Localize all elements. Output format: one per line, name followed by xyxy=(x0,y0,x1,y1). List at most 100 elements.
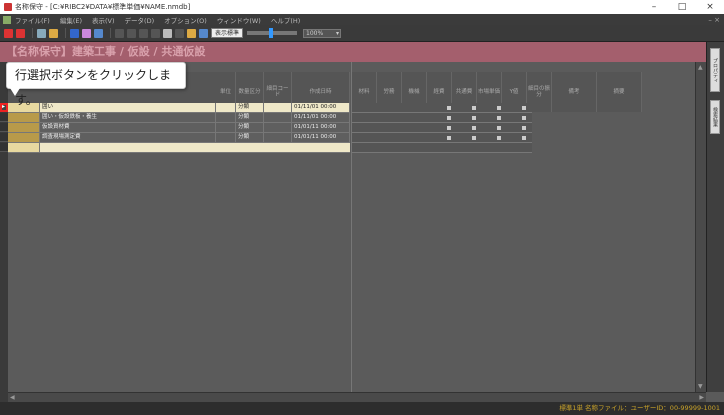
row-code[interactable] xyxy=(264,133,292,142)
row-selector-strip xyxy=(0,62,8,402)
row-code[interactable] xyxy=(264,103,292,112)
menu-view[interactable]: 表示(V) xyxy=(92,15,115,25)
row-select-button-1[interactable] xyxy=(0,103,8,112)
checkbox[interactable] xyxy=(522,136,526,140)
scroll-down-icon[interactable]: ▼ xyxy=(698,383,703,390)
row-kubun[interactable]: 分類 xyxy=(236,123,264,132)
checkbox[interactable] xyxy=(447,106,451,110)
filter-icon[interactable] xyxy=(187,28,196,38)
row-name[interactable]: 調査現場測定費 xyxy=(40,133,216,142)
table-row-right[interactable] xyxy=(352,103,532,113)
display-standard-button[interactable]: 表示標準 xyxy=(211,28,244,38)
checkbox[interactable] xyxy=(447,116,451,120)
scroll-left-icon[interactable]: ◀ xyxy=(10,394,15,401)
up-arrow-icon[interactable] xyxy=(4,28,13,38)
table-row-right[interactable] xyxy=(352,133,532,143)
table-row-new[interactable] xyxy=(8,143,350,153)
checkbox[interactable] xyxy=(447,126,451,130)
toolbar: 表示標準 100% xyxy=(0,25,724,42)
header-summary[interactable]: 摘要 xyxy=(597,72,642,112)
row-name[interactable]: 仮設資材費 xyxy=(40,123,216,132)
vertical-scrollbar[interactable]: ▲ ▼ xyxy=(695,62,706,392)
checkbox[interactable] xyxy=(522,126,526,130)
menu-bar: ファイル(F) 編集(E) 表示(V) データ(D) オプション(O) ウィンド… xyxy=(0,14,724,25)
grid-icon[interactable] xyxy=(163,28,172,38)
table-row-right[interactable] xyxy=(352,123,532,133)
menu-edit[interactable]: 編集(E) xyxy=(60,15,82,25)
minimize-button[interactable]: – xyxy=(640,0,668,14)
tools-icon[interactable] xyxy=(82,28,91,38)
checkbox[interactable] xyxy=(497,136,501,140)
row-date[interactable]: 01/11/01 00:00 xyxy=(292,113,350,122)
row-code[interactable] xyxy=(264,123,292,132)
row-kubun[interactable]: 分類 xyxy=(236,133,264,142)
tab-properties[interactable]: プロパティ xyxy=(710,48,720,92)
disabled-tool-icon xyxy=(151,28,160,38)
row-date[interactable]: 01/01/11 00:00 xyxy=(292,123,350,132)
row-kubun[interactable]: 分類 xyxy=(236,103,264,112)
table-row[interactable]: 囲い・仮設鉄板・養生 分類 01/11/01 00:00 xyxy=(8,113,350,123)
table-row-right[interactable] xyxy=(352,113,532,123)
checkbox[interactable] xyxy=(472,136,476,140)
checkbox[interactable] xyxy=(497,106,501,110)
folder-icon xyxy=(8,133,40,142)
refresh-icon[interactable] xyxy=(49,28,58,38)
checkbox[interactable] xyxy=(522,106,526,110)
row-date[interactable]: 01/01/11 00:00 xyxy=(292,133,350,142)
table-row-right[interactable] xyxy=(352,143,532,153)
toolbar-separator xyxy=(110,28,111,38)
mdi-controls[interactable]: – × xyxy=(708,16,720,24)
checkbox[interactable] xyxy=(472,106,476,110)
new-row-cell[interactable] xyxy=(8,143,40,152)
row-select-button-4[interactable] xyxy=(0,133,8,142)
link-icon[interactable] xyxy=(199,28,208,38)
scroll-right-icon[interactable]: ▶ xyxy=(699,394,704,401)
disabled-tool-icon xyxy=(175,28,184,38)
row-unit[interactable] xyxy=(216,133,236,142)
zoom-slider-knob[interactable] xyxy=(269,28,274,38)
table-row[interactable]: 仮設資材費 分類 01/01/11 00:00 xyxy=(8,123,350,133)
row-unit[interactable] xyxy=(216,123,236,132)
zoom-slider[interactable] xyxy=(247,28,298,38)
checkbox[interactable] xyxy=(522,116,526,120)
scroll-up-icon[interactable]: ▲ xyxy=(698,64,703,71)
row-unit[interactable] xyxy=(216,103,236,112)
row-name[interactable]: 囲い xyxy=(40,103,216,112)
disabled-tool-icon xyxy=(139,28,148,38)
menu-option[interactable]: オプション(O) xyxy=(164,15,207,25)
checkbox[interactable] xyxy=(497,126,501,130)
row-select-button-3[interactable] xyxy=(0,123,8,132)
header-remarks[interactable]: 備考 xyxy=(552,72,597,112)
row-unit[interactable] xyxy=(216,113,236,122)
checkbox[interactable] xyxy=(497,116,501,120)
zoom-select[interactable]: 100% xyxy=(303,28,342,38)
table-row[interactable]: 調査現場測定費 分類 01/01/11 00:00 xyxy=(8,133,350,143)
menu-data[interactable]: データ(D) xyxy=(125,15,155,25)
checkbox[interactable] xyxy=(472,116,476,120)
horizontal-scrollbar[interactable]: ◀ ▶ xyxy=(8,392,706,402)
tab-search-results[interactable]: 検索結果 xyxy=(710,100,720,134)
save-icon[interactable] xyxy=(70,28,79,38)
row-kubun[interactable]: 分類 xyxy=(236,113,264,122)
menu-help[interactable]: ヘルプ(H) xyxy=(271,15,300,25)
menu-window[interactable]: ウィンドウ(W) xyxy=(217,15,261,25)
undo-icon[interactable] xyxy=(94,28,103,38)
checkbox[interactable] xyxy=(472,126,476,130)
row-select-button-5[interactable] xyxy=(0,143,8,152)
row-code[interactable] xyxy=(264,113,292,122)
folder-icon xyxy=(8,113,40,122)
menu-file[interactable]: ファイル(F) xyxy=(15,15,50,25)
row-name[interactable]: 囲い・仮設鉄板・養生 xyxy=(40,113,216,122)
maximize-button[interactable]: □ xyxy=(668,0,696,14)
breadcrumb: 【名称保守】建築工事 / 仮設 / 共通仮設 xyxy=(0,42,706,62)
disabled-tool-icon xyxy=(115,28,124,38)
table-row[interactable]: 囲い 分類 01/11/01 00:00 xyxy=(8,103,350,113)
copy-icon[interactable] xyxy=(37,28,46,38)
name-grid-left: 単位 数量区分 細目コード 作成日時 囲い 分類 01/11/01 00:00 … xyxy=(8,62,350,392)
row-date[interactable]: 01/11/01 00:00 xyxy=(292,103,350,112)
checkbox[interactable] xyxy=(447,136,451,140)
down-arrow-icon[interactable] xyxy=(16,28,25,38)
app-icon xyxy=(4,3,12,11)
close-button[interactable]: × xyxy=(696,0,724,14)
row-select-button-2[interactable] xyxy=(0,113,8,122)
